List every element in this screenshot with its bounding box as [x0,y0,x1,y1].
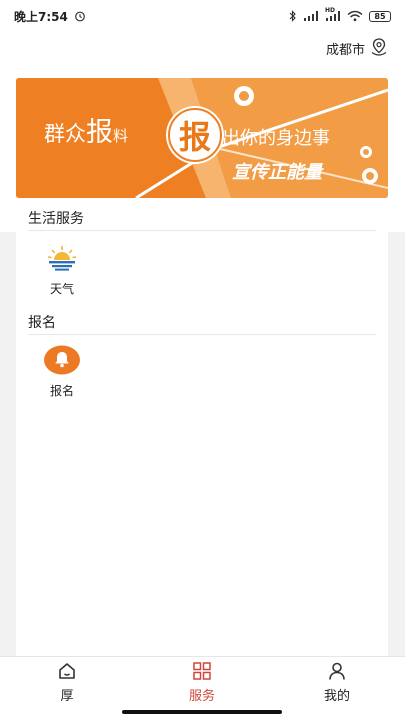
service-weather[interactable]: 天气 [32,242,92,297]
section-title-life-services: 生活服务 [28,211,84,227]
banner-slogan-right: 出你的身边事 [222,128,330,149]
bell-icon [44,344,80,376]
home-indicator[interactable] [122,710,282,714]
wifi-icon [347,10,363,22]
alarm-clock-icon [74,11,85,22]
services-panel: 生活服务 天气 报名 报名 [16,198,388,656]
tab-home[interactable]: 厚 [27,661,107,704]
news-report-banner[interactable]: 群众报料 报 出你的身边事 宣传正能量 [16,78,388,198]
city-selector[interactable]: 成都市 [326,39,365,58]
banner-word-1: 群众 [44,122,86,146]
battery-indicator: 85 [369,10,391,22]
grid-icon [193,662,211,680]
cell-signal-hd: HD [325,7,341,22]
weather-sunrise-icon [44,242,80,274]
service-registration[interactable]: 报名 [32,344,92,399]
hd-label: HD [325,7,336,14]
section-divider [28,334,376,335]
banner-center-char: 报 [178,118,211,156]
bluetooth-icon [289,10,296,22]
banner-word-2: 报 [86,117,113,148]
banner-slogan-bottom: 宣传正能量 [232,162,322,183]
banner-slogan-left: 群众报料 [44,110,128,149]
user-icon [329,662,345,680]
tab-mine-label: 我的 [323,689,350,704]
cell-signal-icon [304,11,318,21]
status-time: 晚上7:54 [14,9,68,24]
tab-services[interactable]: 服务 [162,661,242,704]
location-bar: 成都市 [0,32,405,66]
tab-services-label: 服务 [188,689,215,704]
section-title-registration: 报名 [28,315,56,331]
status-indicators: HD 85 [289,7,391,22]
location-pin-icon[interactable] [369,37,389,57]
status-bar: 晚上7:54 HD 85 [0,0,405,32]
home-icon [59,663,75,679]
section-divider [28,230,376,231]
service-label: 报名 [49,384,74,398]
banner-word-3: 料 [113,127,129,145]
tab-mine[interactable]: 我的 [297,661,377,704]
tab-home-label: 厚 [60,689,74,704]
service-label: 天气 [49,282,74,296]
